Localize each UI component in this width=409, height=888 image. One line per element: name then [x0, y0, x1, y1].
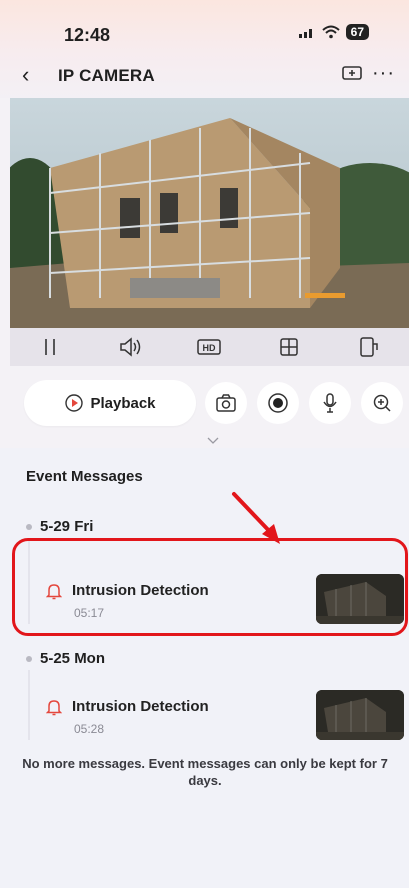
date-label: 5-29 Fri: [40, 518, 94, 535]
date-group-header: 5-29 Fri: [26, 518, 93, 535]
layout-icon: [280, 338, 299, 356]
action-row: Playback: [0, 366, 409, 448]
zoom-in-icon: [373, 394, 391, 412]
pause-button[interactable]: [35, 334, 65, 360]
events-title: Event Messages: [26, 468, 143, 485]
timeline-dot: [26, 655, 32, 662]
playback-icon: [65, 394, 84, 412]
events-footer-note: No more messages. Event messages can onl…: [22, 756, 388, 788]
signal-icon: [298, 29, 312, 38]
rotate-button[interactable]: [354, 334, 384, 360]
highlight-box-annotation: [12, 538, 408, 636]
battery-indicator: 67: [345, 24, 369, 40]
timeline-dot: [26, 523, 32, 530]
add-camera-button[interactable]: [341, 64, 363, 87]
event-time: 05:28: [74, 722, 105, 736]
hd-label: HD: [203, 343, 216, 353]
status-icons: 67: [298, 24, 369, 40]
layout-button[interactable]: [274, 334, 304, 360]
talk-button[interactable]: [309, 382, 351, 424]
hd-icon: HD: [197, 339, 222, 355]
thumbnail-image: [316, 690, 404, 740]
wifi-icon: [321, 25, 340, 39]
snapshot-button[interactable]: [205, 382, 247, 424]
event-title: Intrusion Detection: [72, 698, 209, 715]
microphone-icon: [323, 393, 337, 413]
red-arrow-annotation: [232, 492, 280, 544]
status-time: 12:48: [64, 25, 111, 45]
chevron-down-icon: [207, 437, 219, 444]
event-messages-panel: Event Messages 5-29 Fri Intrusion Detect…: [0, 448, 409, 888]
more-button[interactable]: ···: [372, 62, 395, 85]
page-title: IP CAMERA: [58, 66, 155, 85]
video-control-bar: HD: [10, 328, 409, 366]
camera-icon: [216, 394, 236, 412]
event-thumbnail[interactable]: [316, 690, 404, 740]
date-group-header: 5-25 Mon: [26, 650, 105, 667]
add-screen-icon: [342, 66, 362, 80]
bell-alert-icon: [46, 700, 62, 716]
pause-icon: [45, 339, 55, 355]
back-button[interactable]: ‹: [22, 64, 29, 86]
record-button[interactable]: [257, 382, 299, 424]
camera-feed-image: [10, 98, 409, 328]
zoom-button[interactable]: [361, 382, 403, 424]
date-label: 5-25 Mon: [40, 650, 106, 667]
playback-label: Playback: [90, 394, 156, 412]
hd-button[interactable]: HD: [194, 334, 224, 360]
mute-button[interactable]: [115, 334, 145, 360]
top-header: 12:48 67 ‹ IP CAMERA ···: [0, 0, 409, 98]
playback-button[interactable]: Playback: [24, 380, 196, 426]
speaker-icon: [119, 337, 140, 357]
live-video-view[interactable]: [10, 98, 409, 328]
event-item[interactable]: Intrusion Detection 05:28: [0, 684, 409, 756]
record-icon: [268, 393, 288, 413]
rotate-icon: [360, 337, 378, 357]
